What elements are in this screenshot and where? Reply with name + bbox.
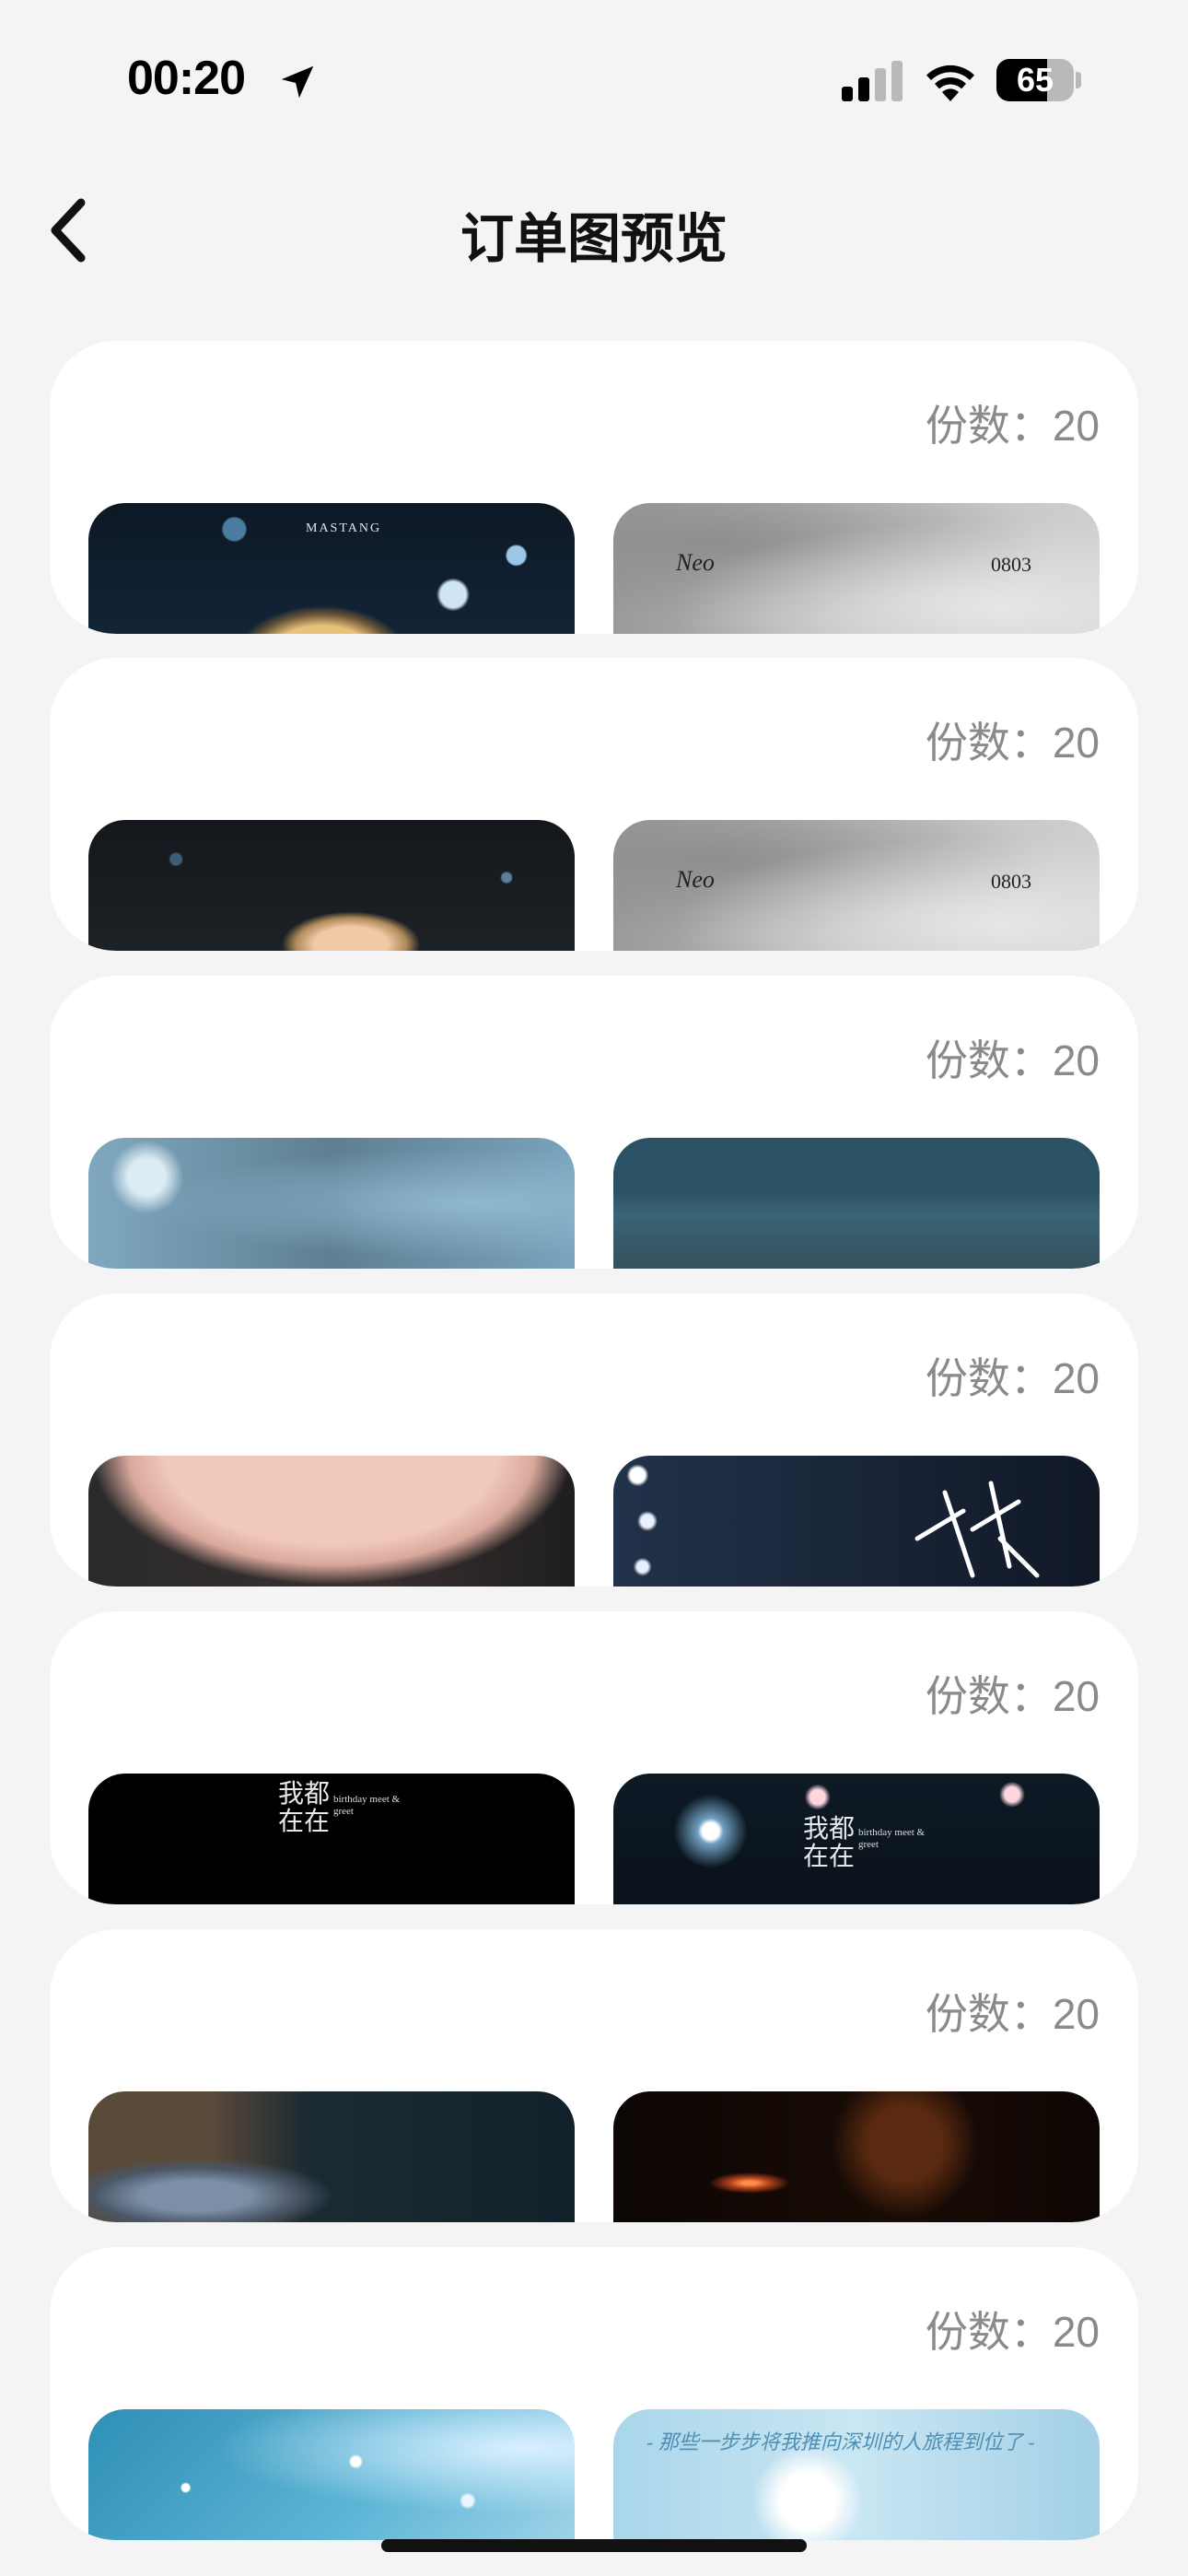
- quantity-label: 份数：: [925, 2308, 1053, 2356]
- status-time: 00:20: [127, 52, 246, 105]
- status-bar: 00:20 65: [0, 0, 1188, 157]
- image-caption-secondary: birthday meet & greet: [858, 1827, 926, 1850]
- order-card[interactable]: 份数：20 我都在在 birthday meet & greet 我都在在 bi…: [50, 1611, 1138, 1904]
- image-caption: Neo: [676, 549, 715, 576]
- order-card[interactable]: 份数：20 Neo 0803: [50, 658, 1138, 951]
- order-image-thumbnail[interactable]: 我都在在 birthday meet & greet: [88, 1774, 575, 1904]
- order-image-thumbnail[interactable]: [88, 820, 575, 951]
- quantity-label: 份数：: [925, 1036, 1053, 1084]
- quantity-label: 份数：: [925, 1672, 1053, 1720]
- cellular-signal-icon: [842, 61, 903, 101]
- order-card[interactable]: 份数：20: [50, 1294, 1138, 1587]
- order-image-thumbnail[interactable]: [88, 1138, 575, 1269]
- order-image-thumbnail[interactable]: [613, 2091, 1100, 2222]
- quantity-text: 份数：20: [926, 1345, 1100, 1406]
- quantity-value: 20: [1052, 1990, 1100, 2038]
- quantity-text: 份数：20: [926, 709, 1100, 770]
- quantity-label: 份数：: [925, 402, 1053, 450]
- order-image-thumbnail[interactable]: Neo 0803: [613, 503, 1100, 634]
- quantity-value: 20: [1052, 1354, 1100, 1402]
- quantity-text: 份数：20: [926, 1981, 1100, 2042]
- image-caption: 我都在在: [803, 1815, 856, 1871]
- order-image-thumbnail[interactable]: [88, 1456, 575, 1587]
- order-image-thumbnail[interactable]: [88, 2091, 575, 2222]
- home-indicator[interactable]: [381, 2539, 807, 2552]
- order-image-thumbnail[interactable]: [613, 1456, 1100, 1587]
- image-caption: - 那些一步步将我推向深圳的人旅程到位了 -: [646, 2430, 1035, 2453]
- quantity-label: 份数：: [925, 1354, 1053, 1402]
- order-card[interactable]: 份数：20 MASTANG Neo 0803: [50, 341, 1138, 634]
- quantity-value: 20: [1052, 1036, 1100, 1084]
- image-caption-secondary: 0803: [991, 553, 1031, 576]
- wifi-icon: [926, 64, 974, 101]
- image-caption: Neo: [676, 866, 715, 893]
- order-image-thumbnail[interactable]: [613, 1138, 1100, 1269]
- order-card[interactable]: 份数：20: [50, 976, 1138, 1269]
- image-caption-secondary: 0803: [991, 870, 1031, 893]
- order-image-thumbnail[interactable]: 我都在在 birthday meet & greet: [613, 1774, 1100, 1904]
- quantity-label: 份数：: [925, 719, 1053, 767]
- quantity-text: 份数：20: [926, 1027, 1100, 1088]
- quantity-text: 份数：20: [926, 392, 1100, 453]
- order-image-thumbnail[interactable]: - 那些一步步将我推向深圳的人旅程到位了 -: [613, 2409, 1100, 2540]
- quantity-value: 20: [1052, 1672, 1100, 1720]
- quantity-text: 份数：20: [926, 2299, 1100, 2359]
- image-caption-secondary: birthday meet & greet: [333, 1794, 401, 1817]
- battery-indicator: 65: [996, 59, 1081, 101]
- quantity-label: 份数：: [925, 1990, 1053, 2038]
- calligraphy-mark: [914, 1481, 1040, 1578]
- location-arrow-icon: [281, 65, 314, 99]
- order-image-thumbnail[interactable]: Neo 0803: [613, 820, 1100, 951]
- order-card[interactable]: 份数：20 - 那些一步步将我推向深圳的人旅程到位了 -: [50, 2247, 1138, 2540]
- quantity-value: 20: [1052, 719, 1100, 767]
- image-caption: 我都在在: [278, 1780, 331, 1836]
- battery-percentage: 65: [1016, 61, 1054, 99]
- quantity-text: 份数：20: [926, 1663, 1100, 1724]
- image-caption: MASTANG: [306, 521, 382, 535]
- page-title: 订单图预览: [460, 209, 728, 269]
- order-card[interactable]: 份数：20: [50, 1929, 1138, 2222]
- order-image-thumbnail[interactable]: [88, 2409, 575, 2540]
- quantity-value: 20: [1052, 402, 1100, 450]
- order-image-thumbnail[interactable]: MASTANG: [88, 503, 575, 634]
- quantity-value: 20: [1052, 2308, 1100, 2356]
